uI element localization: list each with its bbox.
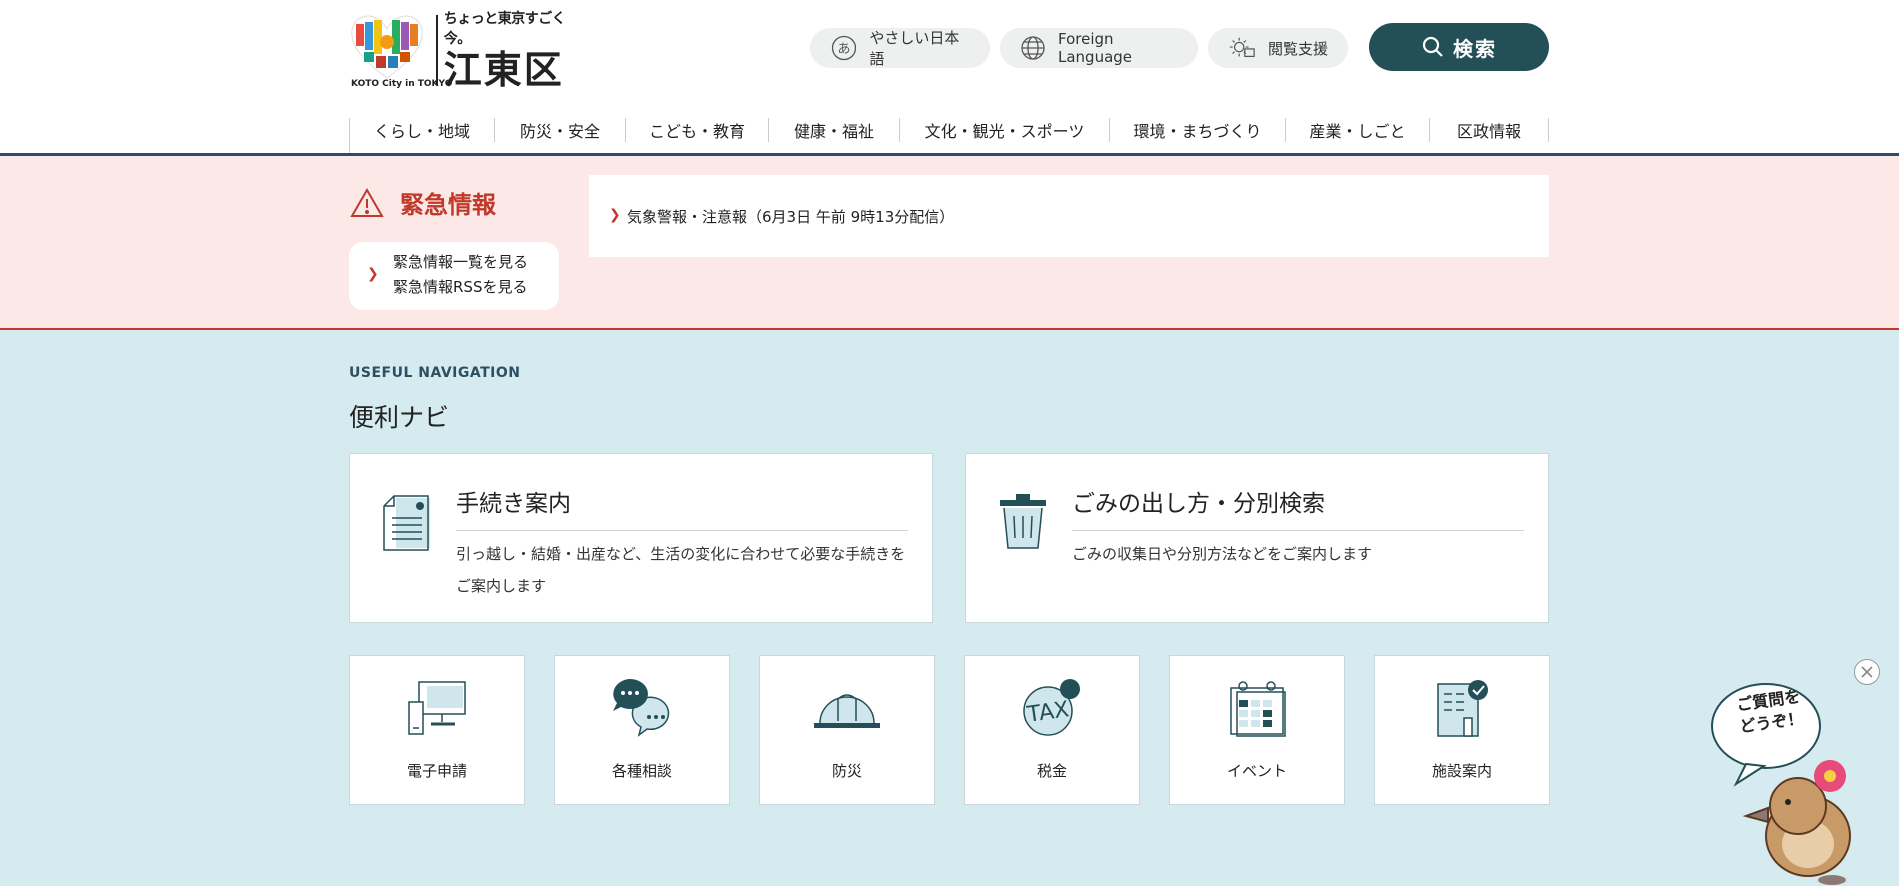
document-icon [382, 492, 434, 558]
nav-item-environment[interactable]: 環境・まちづくり [1110, 118, 1286, 142]
emergency-rss-link[interactable]: 緊急情報RSSを見る [393, 275, 559, 300]
chevron-right-icon: ❯ [609, 207, 621, 223]
event-card[interactable]: イベント [1169, 655, 1345, 805]
disaster-prevention-card[interactable]: 防災 [759, 655, 935, 805]
site-header: KOTO City in TOKYO ちょっと東京すごく今。 江東区 あ やさし… [0, 0, 1899, 118]
heart-emblem-icon: KOTO City in TOKYO [350, 14, 452, 89]
nav-item-government[interactable]: 区政情報 [1430, 118, 1549, 142]
procedures-card-title: 手続き案内 [456, 484, 908, 531]
logo-ward-name: 江東区 [443, 48, 564, 92]
event-label: イベント [1226, 762, 1287, 780]
global-nav: くらし・地域 防災・安全 こども・教育 健康・福祉 文化・観光・スポーツ 環境・… [349, 118, 1549, 154]
garbage-card-title: ごみの出し方・分別検索 [1072, 484, 1524, 531]
search-label: 検索 [1453, 36, 1497, 61]
useful-nav-title: 便利ナビ [349, 403, 450, 432]
logo-tagline: ちょっと東京すごく今。 [443, 11, 566, 47]
chat-bubbles-icon [605, 676, 679, 740]
garbage-search-card[interactable]: ごみの出し方・分別検索 ごみの収集日や分別方法などをご案内します [965, 453, 1549, 623]
nav-item-industry[interactable]: 産業・しごと [1286, 118, 1430, 142]
useful-navigation-section [0, 330, 1899, 886]
trash-can-icon [998, 492, 1048, 554]
search-button[interactable]: 検索 [1369, 23, 1549, 71]
procedures-card[interactable]: 手続き案内 引っ越し・結婚・出産など、生活の変化に合わせて必要な手続きをご案内し… [349, 453, 933, 623]
easy-japanese-label: やさしい日本語 [869, 29, 960, 68]
emergency-links: ❯ 緊急情報一覧を見る 緊急情報RSSを見る [349, 242, 559, 310]
foreign-language-label: Foreign Language [1058, 30, 1133, 66]
emergency-title-label: 緊急情報 [400, 191, 496, 219]
hiragana-a-icon: あ [830, 34, 857, 62]
helmet-icon [810, 676, 884, 740]
procedures-card-description: 引っ越し・結婚・出産など、生活の変化に合わせて必要な手続きをご案内します [456, 545, 906, 595]
tax-icon: TAX [1015, 676, 1089, 740]
computer-icon [400, 676, 474, 740]
calendar-icon [1220, 676, 1294, 740]
nav-item-safety[interactable]: 防災・安全 [495, 118, 626, 142]
building-check-icon [1425, 676, 1499, 740]
e-application-label: 電子申請 [406, 762, 467, 780]
consultation-card[interactable]: 各種相談 [554, 655, 730, 805]
emergency-notice-link[interactable]: 気象警報・注意報（6月3日 午前 9時13分配信） [627, 206, 954, 227]
svg-text:あ: あ [837, 42, 850, 57]
consultation-label: 各種相談 [611, 762, 672, 780]
logo-divider [436, 15, 438, 85]
e-application-card[interactable]: 電子申請 [349, 655, 525, 805]
tax-label: 税金 [1036, 762, 1067, 780]
nav-item-health[interactable]: 健康・福祉 [769, 118, 900, 142]
logo-sub-label: KOTO City in TOKYO [351, 79, 453, 89]
warning-icon [350, 187, 384, 218]
nav-item-living[interactable]: くらし・地域 [350, 118, 495, 142]
easy-japanese-button[interactable]: あ やさしい日本語 [810, 28, 990, 68]
garbage-card-description: ごみの収集日や分別方法などをご案内します [1072, 545, 1373, 563]
nav-item-culture[interactable]: 文化・観光・スポーツ [900, 118, 1110, 142]
globe-icon [1020, 34, 1046, 62]
tax-card[interactable]: TAX 税金 [964, 655, 1140, 805]
facility-guide-card[interactable]: 施設案内 [1374, 655, 1550, 805]
browsing-assist-button[interactable]: 閲覧支援 [1208, 28, 1348, 68]
emergency-notice-box: ❯ 気象警報・注意報（6月3日 午前 9時13分配信） [589, 175, 1549, 257]
useful-nav-eyebrow: USEFUL NAVIGATION [349, 365, 521, 381]
search-icon [1421, 35, 1445, 59]
foreign-language-button[interactable]: Foreign Language [1000, 28, 1198, 68]
emergency-list-link[interactable]: 緊急情報一覧を見る [393, 250, 559, 275]
facility-guide-label: 施設案内 [1431, 762, 1492, 780]
disaster-prevention-label: 防災 [831, 762, 862, 780]
gear-monitor-icon [1228, 34, 1256, 62]
chevron-right-icon: ❯ [367, 266, 379, 282]
browsing-assist-label: 閲覧支援 [1268, 39, 1329, 58]
emergency-title: 緊急情報 [350, 185, 496, 220]
nav-item-children[interactable]: こども・教育 [626, 118, 769, 142]
site-logo[interactable]: KOTO City in TOKYO ちょっと東京すごく今。 江東区 [350, 11, 570, 92]
